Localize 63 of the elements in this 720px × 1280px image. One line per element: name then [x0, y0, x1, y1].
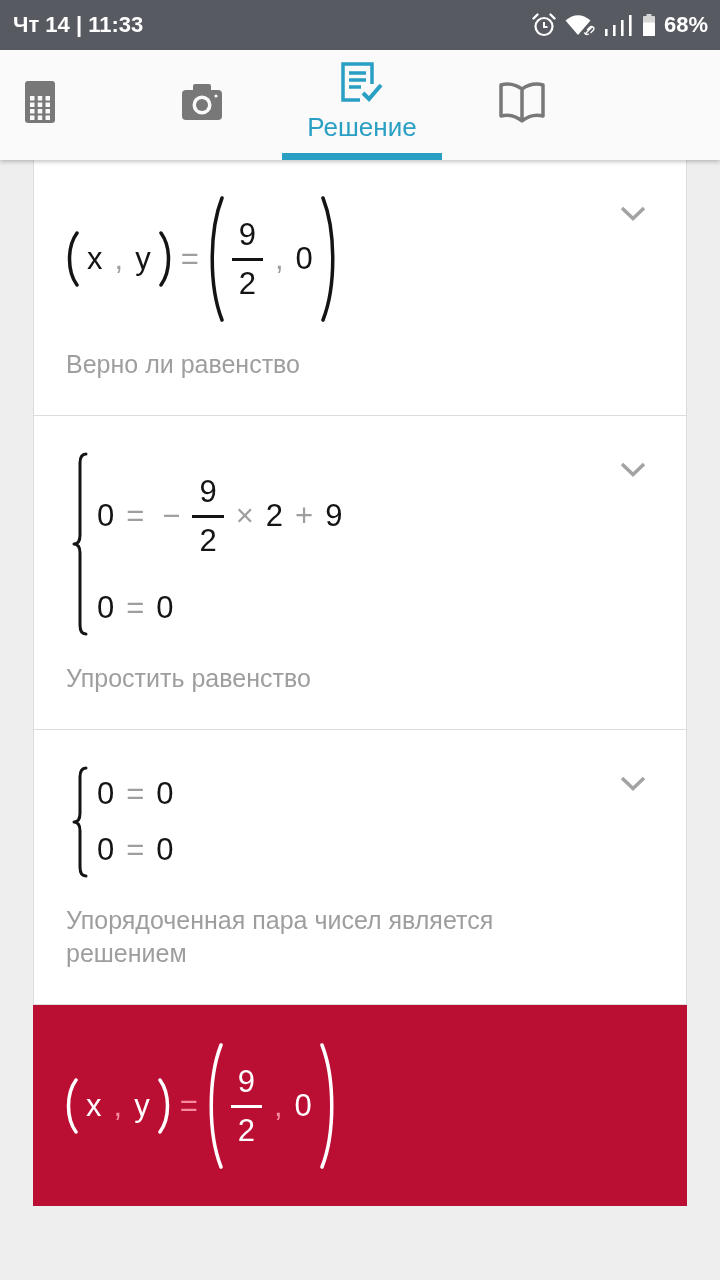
math-operator: ,: [274, 1088, 283, 1124]
math-term: x: [86, 1088, 102, 1124]
fraction-bar: [231, 257, 263, 261]
camera-icon: [182, 83, 222, 120]
right-parenthesis-icon: [158, 231, 171, 287]
math-operator: ,: [275, 241, 284, 277]
alarm-clock-icon: [531, 13, 556, 37]
left-parenthesis-icon: [207, 1043, 223, 1169]
fraction-numerator: 9: [199, 473, 217, 510]
curly-brace-icon: [72, 452, 88, 636]
fraction-bar: [192, 514, 224, 518]
left-parenthesis-icon: [208, 196, 224, 322]
math-operator: =: [126, 498, 145, 534]
math-operator: =: [180, 241, 199, 277]
math-operator: ,: [113, 1088, 123, 1124]
chevron-down-icon: [620, 206, 646, 221]
left-parenthesis-icon: [66, 1078, 78, 1134]
math-term: 0: [97, 832, 115, 868]
math-term: 2: [265, 498, 284, 534]
math-term: 0: [156, 590, 174, 626]
math-operator: ,: [114, 241, 124, 277]
math-operator: =: [126, 776, 145, 812]
math-term: 0: [97, 590, 115, 626]
math-term: 0: [156, 832, 174, 868]
math-term: y: [134, 1088, 150, 1124]
math-term: 0: [97, 776, 115, 812]
math-operator: −: [162, 498, 181, 534]
math-operator: =: [179, 1088, 198, 1124]
math-term: 9: [325, 498, 343, 534]
step-description: Упростить равенство: [66, 663, 312, 694]
math-term: y: [135, 241, 151, 277]
curly-brace-icon: [72, 766, 88, 878]
chevron-down-icon: [620, 776, 646, 791]
step-description: Верно ли равенство: [66, 349, 301, 380]
fraction-denominator: 2: [237, 1112, 255, 1149]
step-description: Упорядоченная пара чисел является решением: [66, 905, 495, 969]
math-term: 0: [294, 1088, 312, 1124]
status-time: Чт 14 | 11:33: [13, 12, 144, 38]
fraction-numerator: 9: [238, 216, 256, 253]
math-term: 0: [295, 241, 313, 277]
chevron-down-icon: [620, 462, 646, 477]
math-operator: ×: [235, 498, 254, 534]
wifi-icon: [564, 14, 595, 36]
open-book-icon: [499, 79, 545, 124]
math-term: x: [87, 241, 103, 277]
battery-percentage: 68%: [663, 12, 708, 38]
fraction-denominator: 2: [238, 265, 256, 302]
right-parenthesis-icon: [157, 1078, 170, 1134]
left-parenthesis-icon: [67, 231, 79, 287]
fraction-numerator: 9: [237, 1063, 255, 1100]
signal-bars-icon: [603, 14, 634, 36]
math-operator: =: [126, 590, 145, 626]
math-term: 0: [156, 776, 174, 812]
math-operator: +: [295, 498, 314, 534]
right-parenthesis-icon: [320, 196, 336, 322]
document-check-icon: [341, 61, 383, 104]
math-term: 0: [97, 498, 115, 534]
math-operator: =: [126, 832, 145, 868]
fraction-denominator: 2: [199, 522, 217, 559]
calculator-icon: [25, 80, 55, 123]
fraction-bar: [230, 1104, 262, 1108]
right-parenthesis-icon: [319, 1043, 335, 1169]
battery-icon: [642, 14, 655, 36]
